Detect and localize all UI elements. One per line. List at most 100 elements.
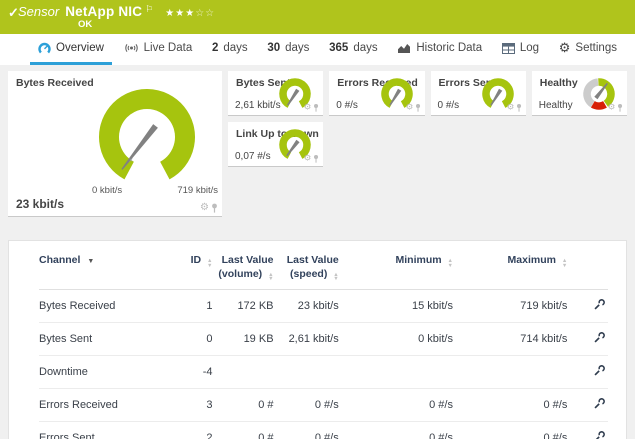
channel-table: Channel ▼ID ▲▼Last Value(volume) ▲▼Last … bbox=[39, 245, 608, 439]
pin-icon[interactable] bbox=[415, 104, 421, 113]
cell-id: 3 bbox=[166, 388, 212, 421]
gear-icon[interactable]: ⚙ bbox=[304, 155, 312, 164]
cell-last-value-volume: 19 KB bbox=[212, 322, 273, 355]
tab-label: Log bbox=[520, 42, 539, 54]
pin-icon[interactable] bbox=[617, 104, 623, 113]
column-header-last-value[interactable]: Last Value(speed) ▲▼ bbox=[274, 245, 339, 289]
pin-icon[interactable] bbox=[313, 104, 319, 113]
gauge-column-1: Bytes Sent2,61 kbit/s⚙Link Up to Down0,0… bbox=[228, 71, 323, 167]
gauge-card-bytes-received: Bytes Received × 0 kbit/s 719 kbit/s 23 … bbox=[8, 71, 222, 217]
gauge-actions: ⚙ bbox=[304, 155, 319, 164]
tab-settings[interactable]: ⚙Settings bbox=[551, 34, 625, 65]
cell-last-value-speed: 23 kbit/s bbox=[274, 289, 339, 322]
column-header-id[interactable]: ID ▲▼ bbox=[166, 245, 212, 289]
column-header-maximum[interactable]: Maximum ▲▼ bbox=[453, 245, 567, 289]
tab-2-days[interactable]: 2days bbox=[204, 34, 256, 65]
tab-log[interactable]: Log bbox=[494, 34, 547, 65]
table-row[interactable]: Bytes Received1172 KB23 kbit/s15 kbit/s7… bbox=[39, 289, 608, 322]
table-header-row: Channel ▼ID ▲▼Last Value(volume) ▲▼Last … bbox=[39, 245, 608, 289]
sort-desc-icon: ▼ bbox=[87, 258, 94, 265]
cell-actions bbox=[567, 421, 608, 439]
live-icon bbox=[124, 42, 139, 54]
cell-minimum: 0 #/s bbox=[339, 421, 453, 439]
gauge-actions: ⚙ bbox=[405, 104, 420, 113]
cell-last-value-speed: 2,61 kbit/s bbox=[274, 322, 339, 355]
priority-flag-icon[interactable]: ⚐ bbox=[145, 4, 153, 15]
tab-30-days[interactable]: 30days bbox=[259, 34, 317, 65]
cell-minimum: 0 kbit/s bbox=[339, 322, 453, 355]
cell-actions bbox=[567, 355, 608, 388]
sort-icon: ▲▼ bbox=[268, 273, 273, 282]
cell-id: 1 bbox=[166, 289, 212, 322]
cell-channel: Errors Received bbox=[39, 388, 166, 421]
priority-stars[interactable]: ★★★☆☆ bbox=[165, 8, 215, 19]
gear-icon[interactable]: ⚙ bbox=[506, 104, 514, 113]
gear-icon[interactable]: ⚙ bbox=[200, 203, 209, 213]
cell-channel: Bytes Received bbox=[39, 289, 166, 322]
column-header-minimum[interactable]: Minimum ▲▼ bbox=[339, 245, 453, 289]
column-header-last-value[interactable]: Last Value(volume) ▲▼ bbox=[212, 245, 273, 289]
channel-settings-icon[interactable] bbox=[593, 364, 606, 377]
gauge-column-3: Errors Sent0 #/s⚙ bbox=[431, 71, 526, 116]
table-row[interactable]: Errors Sent20 #0 #/s0 #/s0 #/s bbox=[39, 421, 608, 439]
gauge-current-value: 2,61 kbit/s bbox=[235, 100, 281, 111]
gear-icon: ⚙ bbox=[559, 42, 571, 54]
channel-settings-icon[interactable] bbox=[593, 397, 606, 410]
bytes-received-gauge: × bbox=[72, 89, 222, 189]
gauge-axis: 0 kbit/s 719 kbit/s bbox=[72, 185, 222, 196]
gear-icon[interactable]: ⚙ bbox=[405, 104, 413, 113]
gauge-card-errors-received: Errors Received0 #/s⚙ bbox=[329, 71, 424, 116]
sort-icon: ▲▼ bbox=[448, 259, 453, 268]
pin-icon[interactable] bbox=[211, 203, 218, 213]
gear-icon[interactable]: ⚙ bbox=[608, 104, 616, 113]
sensor-title: NetApp NIC bbox=[65, 4, 142, 19]
gear-icon[interactable]: ⚙ bbox=[304, 104, 312, 113]
cell-last-value-speed: 0 #/s bbox=[274, 421, 339, 439]
tab-live-data[interactable]: Live Data bbox=[116, 34, 201, 65]
column-header-actions bbox=[567, 245, 608, 289]
cell-id: 2 bbox=[166, 421, 212, 439]
tab-label: Historic Data bbox=[416, 42, 482, 54]
cell-id: -4 bbox=[166, 355, 212, 388]
cell-actions bbox=[567, 322, 608, 355]
cell-last-value-volume bbox=[212, 355, 273, 388]
tab-overview[interactable]: Overview bbox=[30, 34, 112, 65]
cell-minimum: 15 kbit/s bbox=[339, 289, 453, 322]
tab-bar: OverviewLive Data2days30days365daysHisto… bbox=[0, 34, 635, 65]
stars-filled: ★★★ bbox=[165, 8, 195, 19]
cell-id: 0 bbox=[166, 322, 212, 355]
tab-number: 2 bbox=[212, 42, 218, 54]
tab-label: days bbox=[285, 42, 309, 54]
channel-settings-icon[interactable] bbox=[593, 331, 606, 344]
channel-settings-icon[interactable] bbox=[593, 298, 606, 311]
tab-label: Live Data bbox=[144, 42, 193, 54]
gauge-min-label: 0 kbit/s bbox=[92, 185, 122, 196]
pin-icon[interactable] bbox=[516, 104, 522, 113]
gauge-column-4: HealthyHealthy⚙ bbox=[532, 71, 627, 116]
cell-actions bbox=[567, 289, 608, 322]
gauge-actions: ⚙ bbox=[506, 104, 521, 113]
table-row[interactable]: Downtime-4 bbox=[39, 355, 608, 388]
cell-last-value-volume: 172 KB bbox=[212, 289, 273, 322]
svg-text:×: × bbox=[129, 157, 133, 164]
sensor-header: ✓ Sensor NetApp NIC ⚐ ★★★☆☆ OK bbox=[0, 0, 635, 34]
column-header-channel[interactable]: Channel ▼ bbox=[39, 245, 166, 289]
tab-historic-data[interactable]: Historic Data bbox=[389, 34, 490, 65]
cell-maximum: 0 #/s bbox=[453, 421, 567, 439]
gauge-current-value: 0,07 #/s bbox=[235, 151, 271, 162]
cell-channel: Bytes Sent bbox=[39, 322, 166, 355]
gauge-current-value: 0 #/s bbox=[438, 100, 460, 111]
table-row[interactable]: Errors Received30 #0 #/s0 #/s0 #/s bbox=[39, 388, 608, 421]
cell-last-value-volume: 0 # bbox=[212, 388, 273, 421]
tab-365-days[interactable]: 365days bbox=[321, 34, 385, 65]
cell-maximum: 714 kbit/s bbox=[453, 322, 567, 355]
channel-settings-icon[interactable] bbox=[593, 430, 606, 439]
gauge-current-value: Healthy bbox=[539, 100, 573, 111]
sort-icon: ▲▼ bbox=[333, 273, 338, 282]
pin-icon[interactable] bbox=[313, 155, 319, 164]
table-body: Bytes Received1172 KB23 kbit/s15 kbit/s7… bbox=[39, 289, 608, 439]
sort-icon: ▲▼ bbox=[207, 259, 212, 268]
table-row[interactable]: Bytes Sent019 KB2,61 kbit/s0 kbit/s714 k… bbox=[39, 322, 608, 355]
object-type-label: Sensor bbox=[18, 4, 59, 19]
gauge-card-bytes-sent: Bytes Sent2,61 kbit/s⚙ bbox=[228, 71, 323, 116]
